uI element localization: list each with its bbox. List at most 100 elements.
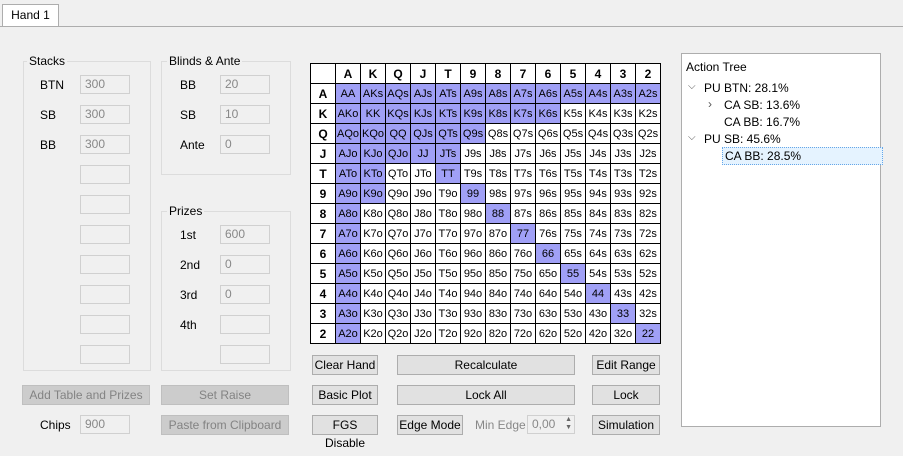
hand-cell[interactable]: Q8o <box>386 204 410 223</box>
hand-cell[interactable]: 73s <box>611 224 635 243</box>
hand-cell[interactable]: K8o <box>361 204 385 223</box>
hand-cell[interactable]: T5s <box>561 164 585 183</box>
hand-cell[interactable]: A5s <box>561 84 585 103</box>
stack-field-empty[interactable] <box>80 315 130 334</box>
hand-cell[interactable]: JJ <box>411 144 435 163</box>
hand-cell[interactable]: 84o <box>486 284 510 303</box>
hand-cell[interactable]: K3o <box>361 304 385 323</box>
hand-cell[interactable]: Q9s <box>461 124 485 143</box>
hand-cell[interactable]: J5s <box>561 144 585 163</box>
hand-cell[interactable]: Q7s <box>511 124 535 143</box>
hand-cell[interactable]: 66 <box>536 244 560 263</box>
stack-field-empty[interactable] <box>80 165 130 184</box>
tree-node-pu-sb[interactable]: PU SB: 45.6% <box>704 131 781 147</box>
hand-cell[interactable]: K6s <box>536 104 560 123</box>
hand-cell[interactable]: A6o <box>336 244 360 263</box>
hand-cell[interactable]: K5s <box>561 104 585 123</box>
hand-cell[interactable]: Q6s <box>536 124 560 143</box>
hand-cell[interactable]: 83o <box>486 304 510 323</box>
hand-cell[interactable]: 93s <box>611 184 635 203</box>
hand-cell[interactable]: T7o <box>436 224 460 243</box>
hand-cell[interactable]: T5o <box>436 264 460 283</box>
hand-cell[interactable]: ATs <box>436 84 460 103</box>
hand-cell[interactable]: 55 <box>561 264 585 283</box>
hand-cell[interactable]: T9o <box>436 184 460 203</box>
hand-cell[interactable]: 64o <box>536 284 560 303</box>
prize-field-empty[interactable] <box>220 345 270 364</box>
hand-cell[interactable]: K4o <box>361 284 385 303</box>
hand-cell[interactable]: 54o <box>561 284 585 303</box>
hand-cell[interactable]: KQo <box>361 124 385 143</box>
hand-cell[interactable]: K2s <box>636 104 660 123</box>
hand-cell[interactable]: AQs <box>386 84 410 103</box>
hand-cell[interactable]: 72o <box>511 324 535 343</box>
hand-cell[interactable]: 75s <box>561 224 585 243</box>
hand-cell[interactable]: 92s <box>636 184 660 203</box>
hand-cell[interactable]: T3s <box>611 164 635 183</box>
hand-cell[interactable]: Q2o <box>386 324 410 343</box>
hand-cell[interactable]: 86o <box>486 244 510 263</box>
blinds-bb-field[interactable]: 20 <box>220 75 270 94</box>
hand-cell[interactable]: 65o <box>536 264 560 283</box>
hand-cell[interactable]: 22 <box>636 324 660 343</box>
hand-cell[interactable]: K2o <box>361 324 385 343</box>
hand-cell[interactable]: K4s <box>586 104 610 123</box>
tree-node-ca-bb[interactable]: CA BB: 16.7% <box>724 114 800 130</box>
hand-cell[interactable]: T9s <box>461 164 485 183</box>
hand-cell[interactable]: A5o <box>336 264 360 283</box>
stack-field-empty[interactable] <box>80 255 130 274</box>
chevron-down-icon[interactable]: ⌵ <box>688 81 696 92</box>
prize-2nd-field[interactable]: 0 <box>220 255 270 274</box>
hand-cell[interactable]: T4s <box>586 164 610 183</box>
chevron-down-icon[interactable]: ⌵ <box>688 132 696 143</box>
tab-hand-1[interactable]: Hand 1 <box>2 4 59 27</box>
hand-cell[interactable]: 32o <box>611 324 635 343</box>
edit-range-button[interactable]: Edit Range <box>592 355 660 375</box>
hand-cell[interactable]: A8s <box>486 84 510 103</box>
stack-sb-field[interactable]: 300 <box>80 105 130 124</box>
hand-cell[interactable]: Q2s <box>636 124 660 143</box>
hand-cell[interactable]: T2o <box>436 324 460 343</box>
hand-cell[interactable]: T4o <box>436 284 460 303</box>
hand-cell[interactable]: A2o <box>336 324 360 343</box>
hand-cell[interactable]: J2s <box>636 144 660 163</box>
hand-cell[interactable]: KTo <box>361 164 385 183</box>
add-table-and-prizes-button[interactable]: Add Table and Prizes <box>22 385 150 405</box>
hand-cell[interactable]: 42o <box>586 324 610 343</box>
hand-cell[interactable]: T2s <box>636 164 660 183</box>
hand-cell[interactable]: KQs <box>386 104 410 123</box>
hand-cell[interactable]: QTo <box>386 164 410 183</box>
hand-cell[interactable]: 88 <box>486 204 510 223</box>
hand-cell[interactable]: T3o <box>436 304 460 323</box>
hand-cell[interactable]: T6o <box>436 244 460 263</box>
hand-cell[interactable]: KK <box>361 104 385 123</box>
hand-cell[interactable]: 86s <box>536 204 560 223</box>
hand-cell[interactable]: 94o <box>461 284 485 303</box>
hand-cell[interactable]: J3o <box>411 304 435 323</box>
hand-cell[interactable]: AKo <box>336 104 360 123</box>
hand-cell[interactable]: A9o <box>336 184 360 203</box>
hand-cell[interactable]: K9o <box>361 184 385 203</box>
blinds-sb-field[interactable]: 10 <box>220 105 270 124</box>
hand-cell[interactable]: T7s <box>511 164 535 183</box>
hand-cell[interactable]: ATo <box>336 164 360 183</box>
hand-cell[interactable]: 97s <box>511 184 535 203</box>
ante-field[interactable]: 0 <box>220 135 270 154</box>
hand-cell[interactable]: J8s <box>486 144 510 163</box>
hand-cell[interactable]: KJs <box>411 104 435 123</box>
simulation-button[interactable]: Simulation <box>592 415 660 435</box>
hand-cell[interactable]: QJo <box>386 144 410 163</box>
hand-cell[interactable]: 54s <box>586 264 610 283</box>
hand-cell[interactable]: A3o <box>336 304 360 323</box>
hand-cell[interactable]: Q7o <box>386 224 410 243</box>
prize-3rd-field[interactable]: 0 <box>220 285 270 304</box>
hand-cell[interactable]: QTs <box>436 124 460 143</box>
hand-cell[interactable]: 63o <box>536 304 560 323</box>
edge-mode-button[interactable]: Edge Mode <box>397 415 463 435</box>
hand-cell[interactable]: 98o <box>461 204 485 223</box>
hand-cell[interactable]: 98s <box>486 184 510 203</box>
hand-cell[interactable]: J6o <box>411 244 435 263</box>
set-raise-button[interactable]: Set Raise <box>161 385 289 405</box>
hand-cell[interactable]: K8s <box>486 104 510 123</box>
hand-cell[interactable]: 85s <box>561 204 585 223</box>
